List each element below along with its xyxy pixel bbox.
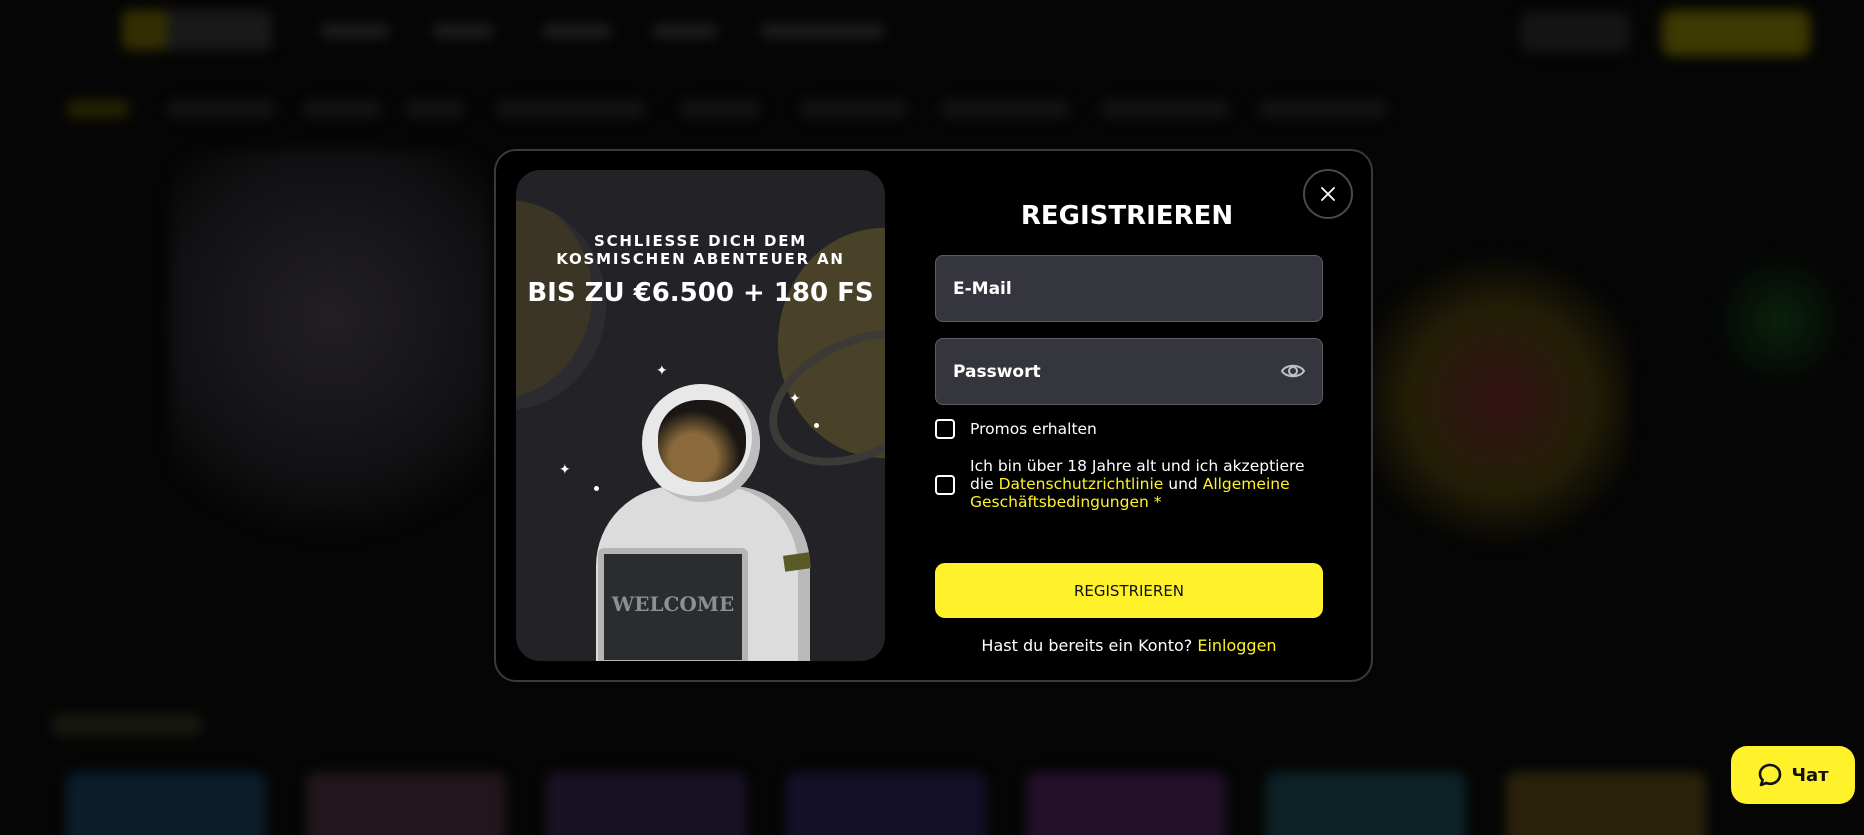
email-input[interactable] bbox=[953, 278, 1305, 299]
background-category bbox=[404, 100, 464, 118]
form-title: REGISTRIEREN bbox=[1020, 201, 1234, 231]
privacy-policy-link[interactable]: Datenschutzrichtlinie bbox=[999, 475, 1164, 493]
background-hero-art bbox=[1710, 250, 1850, 390]
background-category bbox=[496, 100, 646, 118]
background-nav-item bbox=[542, 24, 612, 38]
background-game-tile bbox=[306, 772, 506, 835]
promos-checkbox[interactable] bbox=[935, 419, 955, 439]
background-category bbox=[940, 100, 1070, 118]
promo-banner: SCHLIESSE DICH DEM KOSMISCHEN ABENTEUER … bbox=[516, 170, 885, 661]
background-category bbox=[800, 100, 908, 118]
astronaut-visor bbox=[658, 400, 746, 482]
background-game-tile bbox=[546, 772, 746, 835]
and-text: und bbox=[1168, 475, 1198, 493]
promo-subtitle: SCHLIESSE DICH DEM KOSMISCHEN ABENTEUER … bbox=[556, 232, 845, 268]
background-nav-item bbox=[320, 24, 390, 38]
required-mark: * bbox=[1153, 493, 1162, 511]
astronaut-illustration: WELCOME bbox=[552, 370, 852, 661]
background-game-tile bbox=[1266, 772, 1466, 835]
background-login-button bbox=[1520, 12, 1630, 52]
background-hero-art bbox=[1370, 250, 1630, 550]
background-hero-art bbox=[170, 150, 490, 570]
background-nav-item bbox=[652, 24, 718, 38]
background-category bbox=[166, 100, 276, 118]
background-section-title bbox=[52, 714, 202, 736]
background-category bbox=[1100, 100, 1230, 118]
password-input[interactable] bbox=[953, 361, 1305, 382]
terms-option[interactable]: Ich bin über 18 Jahre alt und ich akzept… bbox=[935, 457, 1320, 511]
promos-option[interactable]: Promos erhalten bbox=[935, 419, 1097, 439]
eye-icon[interactable] bbox=[1280, 360, 1306, 382]
chat-label: Чат bbox=[1791, 764, 1829, 786]
have-account-text: Hast du bereits ein Konto? bbox=[981, 636, 1193, 655]
background-category bbox=[1258, 100, 1388, 118]
page: SCHLIESSE DICH DEM KOSMISCHEN ABENTEUER … bbox=[0, 0, 1864, 835]
background-category bbox=[66, 100, 130, 118]
background-header bbox=[0, 0, 1864, 64]
background-nav-item bbox=[432, 24, 494, 38]
background-game-tile bbox=[1506, 772, 1706, 835]
background-nav-item bbox=[760, 24, 885, 38]
background-game-tile bbox=[1026, 772, 1226, 835]
welcome-board: WELCOME bbox=[598, 548, 748, 661]
promo-title: BIS ZU €6.500 + 180 FS bbox=[527, 278, 874, 308]
chat-bubble-icon bbox=[1759, 763, 1782, 787]
close-icon bbox=[1321, 187, 1335, 201]
login-link[interactable]: Einloggen bbox=[1197, 636, 1276, 655]
register-button[interactable]: REGISTRIEREN bbox=[935, 563, 1323, 618]
terms-checkbox[interactable] bbox=[935, 475, 955, 495]
background-signup-button bbox=[1662, 10, 1810, 56]
password-field[interactable] bbox=[935, 338, 1323, 405]
welcome-board-text: WELCOME bbox=[611, 592, 735, 616]
background-category bbox=[302, 100, 382, 118]
background-category bbox=[680, 100, 760, 118]
promos-label: Promos erhalten bbox=[970, 420, 1097, 438]
background-game-tile bbox=[786, 772, 986, 835]
close-button[interactable] bbox=[1303, 169, 1353, 219]
background-logo bbox=[122, 10, 272, 50]
login-prompt: Hast du bereits ein Konto? Einloggen bbox=[935, 636, 1323, 655]
background-game-tile bbox=[66, 772, 266, 835]
registration-modal: SCHLIESSE DICH DEM KOSMISCHEN ABENTEUER … bbox=[494, 149, 1373, 682]
email-field[interactable] bbox=[935, 255, 1323, 322]
chat-button[interactable]: Чат bbox=[1731, 746, 1855, 804]
terms-label: Ich bin über 18 Jahre alt und ich akzept… bbox=[970, 457, 1320, 511]
